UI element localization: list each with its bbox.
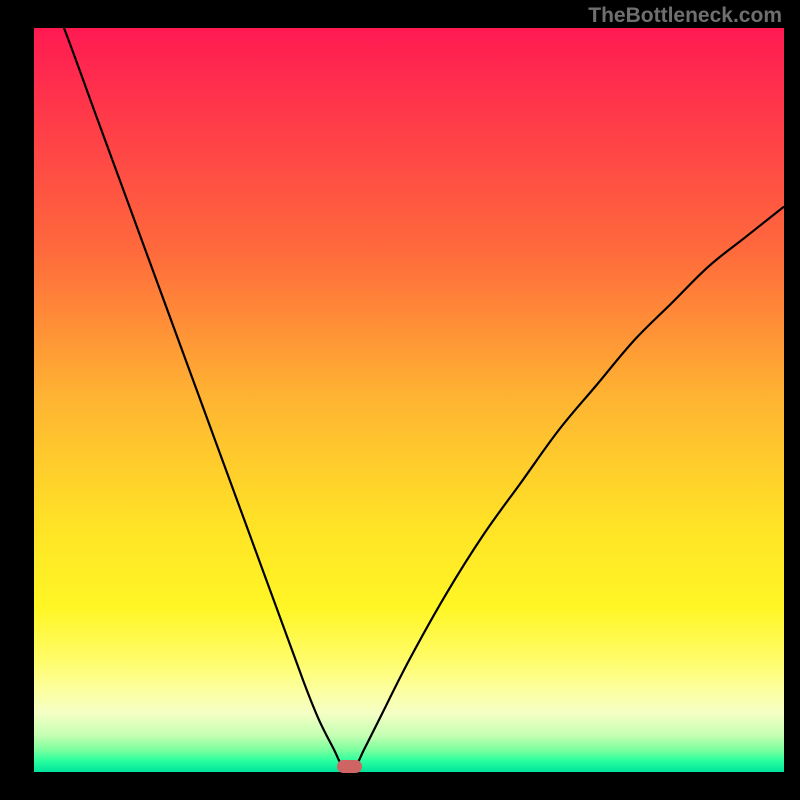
curve-path (34, 28, 784, 768)
plot-region (34, 28, 784, 772)
watermark-text: TheBottleneck.com (588, 4, 782, 28)
bottleneck-curve (34, 28, 784, 772)
chart-container: TheBottleneck.com (0, 0, 800, 800)
optimum-marker (337, 760, 362, 773)
